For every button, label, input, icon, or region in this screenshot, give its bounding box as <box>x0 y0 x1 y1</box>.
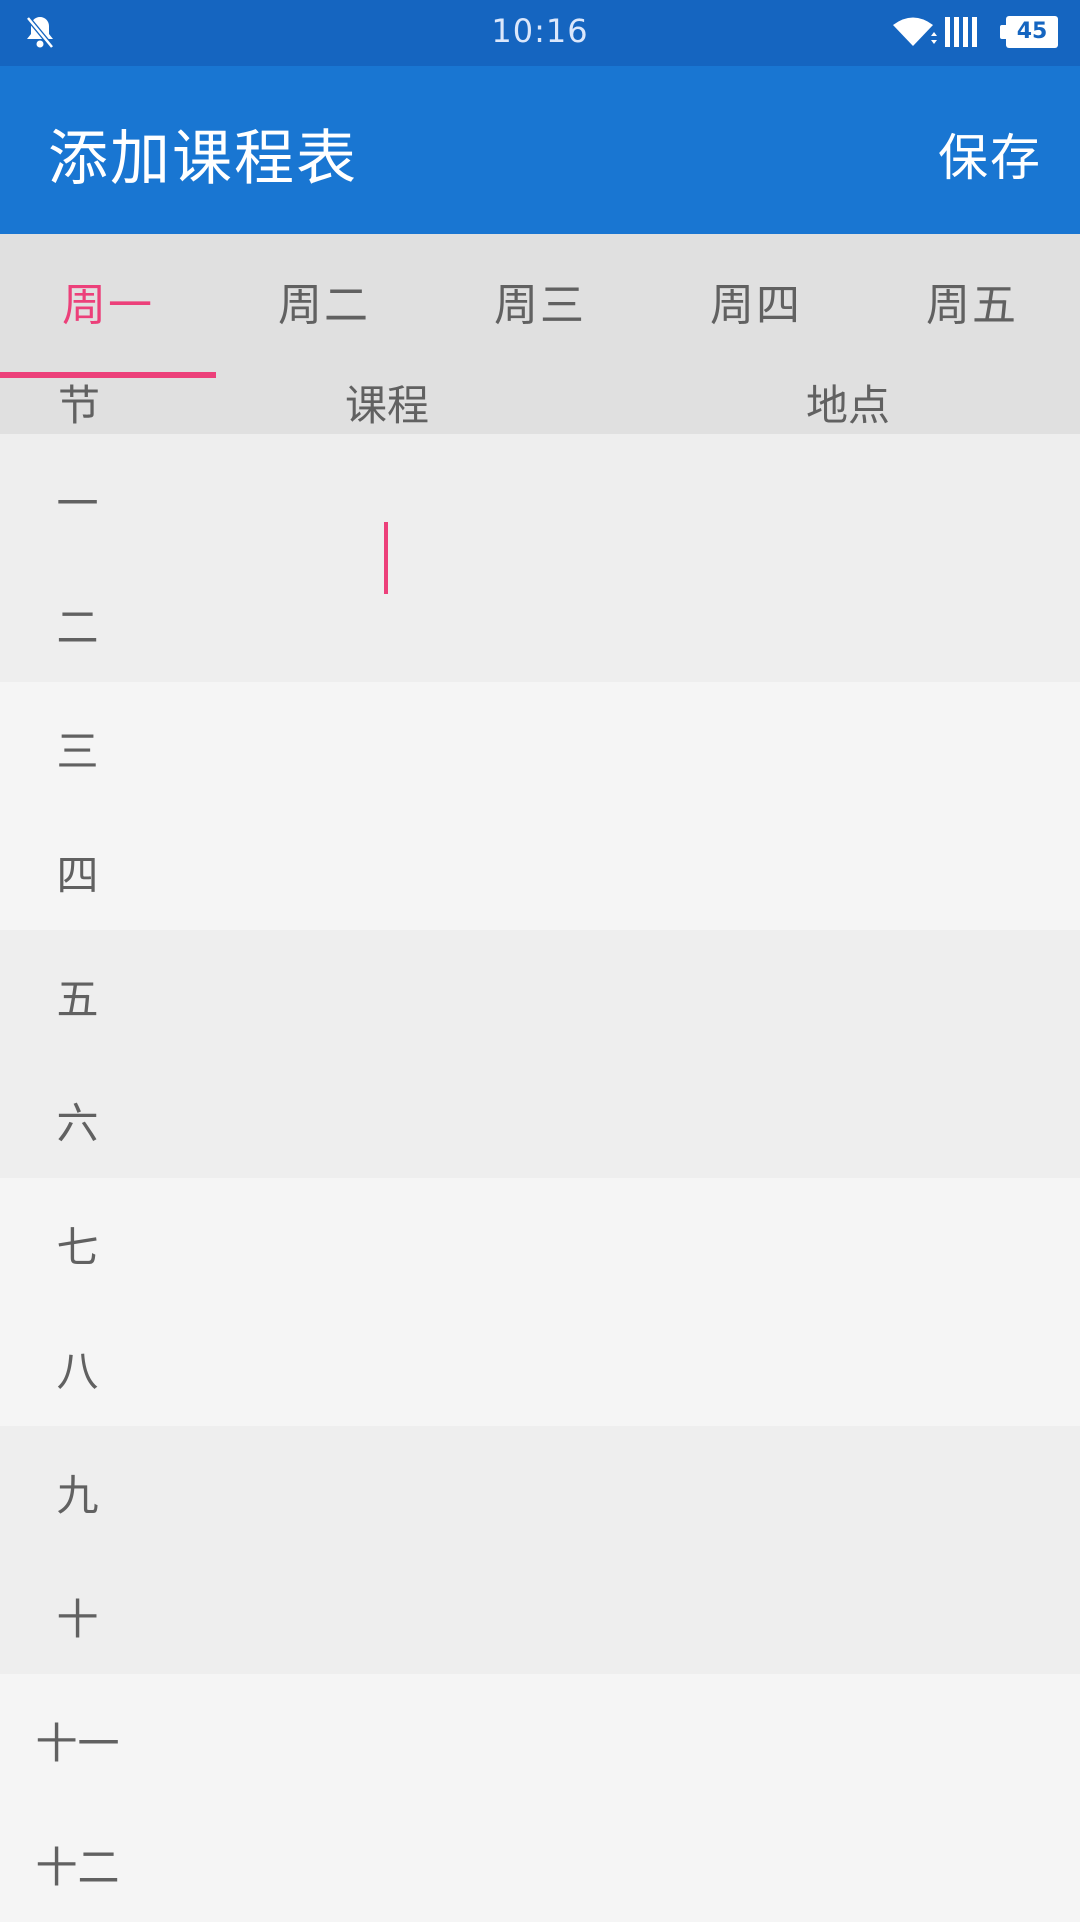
period-number: 九 <box>56 1471 99 1520</box>
column-header: 节 课程 地点 <box>0 378 1080 434</box>
period-column-header: 节 <box>58 381 101 430</box>
app-bar: 添加课程表 保存 <box>0 66 1080 234</box>
period-row[interactable]: 三 <box>0 682 1080 806</box>
period-row[interactable]: 二 <box>0 558 1080 682</box>
period-row[interactable]: 四 <box>0 806 1080 930</box>
period-group: 十一 十二 <box>0 1674 1080 1922</box>
text-cursor <box>384 522 388 594</box>
period-number: 八 <box>56 1347 99 1396</box>
period-group: 七 八 <box>0 1178 1080 1426</box>
course-column-header: 课程 <box>345 381 430 430</box>
period-number: 六 <box>56 1099 99 1148</box>
tab-monday[interactable]: 周一 <box>0 234 216 378</box>
tab-friday[interactable]: 周五 <box>864 234 1080 378</box>
battery-level: 45 <box>1016 19 1048 44</box>
period-row[interactable]: 十 <box>0 1550 1080 1674</box>
signal-icon <box>945 17 977 47</box>
period-number: 十 <box>56 1595 99 1644</box>
schedule-table: 一 二 三 四 五 六 七 八 九 十 十一 十二 <box>0 434 1080 1922</box>
period-group: 九 十 <box>0 1426 1080 1674</box>
status-bar: 10:16 45 <box>0 0 1080 66</box>
period-row[interactable]: 七 <box>0 1178 1080 1302</box>
period-row[interactable]: 九 <box>0 1426 1080 1550</box>
period-number: 十一 <box>35 1719 120 1768</box>
period-number: 一 <box>56 479 99 528</box>
wifi-icon <box>893 17 937 46</box>
period-group: 三 四 <box>0 682 1080 930</box>
battery-icon: 45 <box>1000 16 1058 48</box>
tab-wednesday[interactable]: 周三 <box>432 234 648 378</box>
period-row[interactable]: 十一 <box>0 1674 1080 1798</box>
period-group: 一 二 <box>0 434 1080 682</box>
period-row[interactable]: 八 <box>0 1302 1080 1426</box>
tab-thursday[interactable]: 周四 <box>648 234 864 378</box>
period-number: 十二 <box>35 1843 120 1892</box>
period-number: 四 <box>56 851 99 900</box>
period-row[interactable]: 十二 <box>0 1798 1080 1922</box>
period-row[interactable]: 五 <box>0 930 1080 1054</box>
period-number: 五 <box>56 975 99 1024</box>
period-number: 七 <box>56 1223 99 1272</box>
period-row[interactable]: 六 <box>0 1054 1080 1178</box>
period-group: 五 六 <box>0 930 1080 1178</box>
page-title: 添加课程表 <box>48 124 358 194</box>
location-column-header: 地点 <box>806 381 891 430</box>
period-number: 二 <box>56 603 99 652</box>
save-button[interactable]: 保存 <box>938 118 1042 190</box>
period-row[interactable]: 一 <box>0 434 1080 558</box>
period-number: 三 <box>56 727 99 776</box>
weekday-tabs: 周一 周二 周三 周四 周五 <box>0 234 1080 378</box>
tab-tuesday[interactable]: 周二 <box>216 234 432 378</box>
